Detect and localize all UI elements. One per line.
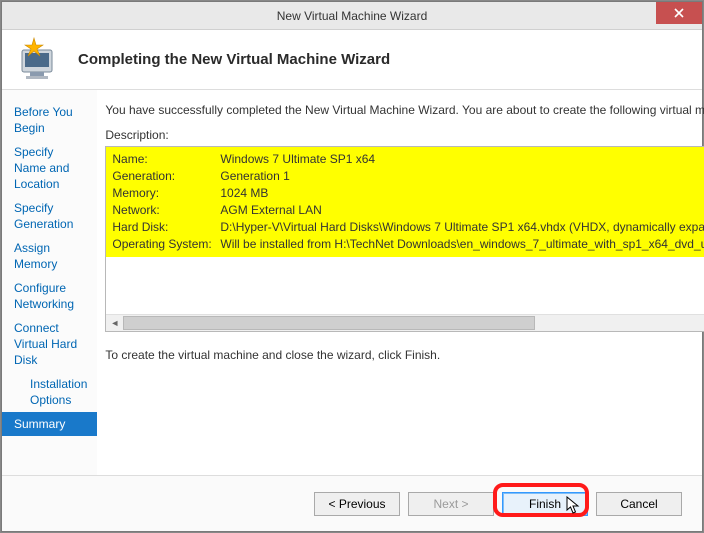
finish-hint: To create the virtual machine and close … [105,348,704,362]
footer: < Previous Next > Finish Cancel [2,475,702,531]
sidebar-item-configure-networking[interactable]: Configure Networking [2,276,97,316]
body: Before You BeginSpecify Name and Locatio… [2,90,702,475]
summary-row: Network:AGM External LAN [112,202,704,219]
intro-text: You have successfully completed the New … [105,102,704,118]
sidebar-item-assign-memory[interactable]: Assign Memory [2,236,97,276]
window-title: New Virtual Machine Wizard [277,9,428,23]
close-icon [674,8,684,18]
description-label: Description: [105,128,704,142]
summary-row: Hard Disk:D:\Hyper-V\Virtual Hard Disks\… [112,219,704,236]
cancel-button[interactable]: Cancel [596,492,682,516]
summary-value: D:\Hyper-V\Virtual Hard Disks\Windows 7 … [220,219,704,236]
summary-value: Generation 1 [220,168,289,185]
wizard-icon [16,36,64,84]
header: Completing the New Virtual Machine Wizar… [2,30,702,90]
sidebar-item-specify-generation[interactable]: Specify Generation [2,196,97,236]
close-button[interactable] [656,2,702,24]
summary-key: Memory: [112,185,220,202]
summary-key: Network: [112,202,220,219]
summary-value: Windows 7 Ultimate SP1 x64 [220,151,375,168]
summary-value: 1024 MB [220,185,268,202]
sidebar-item-before-you-begin[interactable]: Before You Begin [2,100,97,140]
wizard-window: New Virtual Machine Wizard Completing th… [1,1,703,532]
titlebar: New Virtual Machine Wizard [2,2,702,30]
description-scroll: Name:Windows 7 Ultimate SP1 x64Generatio… [106,147,704,314]
summary-key: Operating System: [112,236,220,253]
previous-button[interactable]: < Previous [314,492,400,516]
summary-key: Generation: [112,168,220,185]
summary-row: Operating System:Will be installed from … [112,236,704,253]
summary-row: Name:Windows 7 Ultimate SP1 x64 [112,151,704,168]
summary-row: Memory:1024 MB [112,185,704,202]
content-pane: You have successfully completed the New … [97,90,704,475]
summary-row: Generation:Generation 1 [112,168,704,185]
sidebar: Before You BeginSpecify Name and Locatio… [2,90,97,475]
summary-table: Name:Windows 7 Ultimate SP1 x64Generatio… [106,147,704,257]
sidebar-item-summary[interactable]: Summary [2,412,97,436]
summary-key: Hard Disk: [112,219,220,236]
finish-button[interactable]: Finish [502,492,588,516]
description-box: Name:Windows 7 Ultimate SP1 x64Generatio… [105,146,704,332]
summary-value: AGM External LAN [220,202,321,219]
summary-value: Will be installed from H:\TechNet Downlo… [220,236,704,253]
horizontal-scrollbar[interactable]: ◄ ► [106,314,704,331]
summary-key: Name: [112,151,220,168]
sidebar-item-connect-virtual-hard-disk[interactable]: Connect Virtual Hard Disk [2,316,97,372]
sidebar-item-installation-options[interactable]: Installation Options [2,372,97,412]
next-button: Next > [408,492,494,516]
sidebar-item-specify-name-and-location[interactable]: Specify Name and Location [2,140,97,196]
scroll-track[interactable] [123,315,704,331]
scroll-left-arrow[interactable]: ◄ [106,315,123,331]
page-title: Completing the New Virtual Machine Wizar… [78,51,390,68]
scroll-thumb[interactable] [123,316,535,330]
